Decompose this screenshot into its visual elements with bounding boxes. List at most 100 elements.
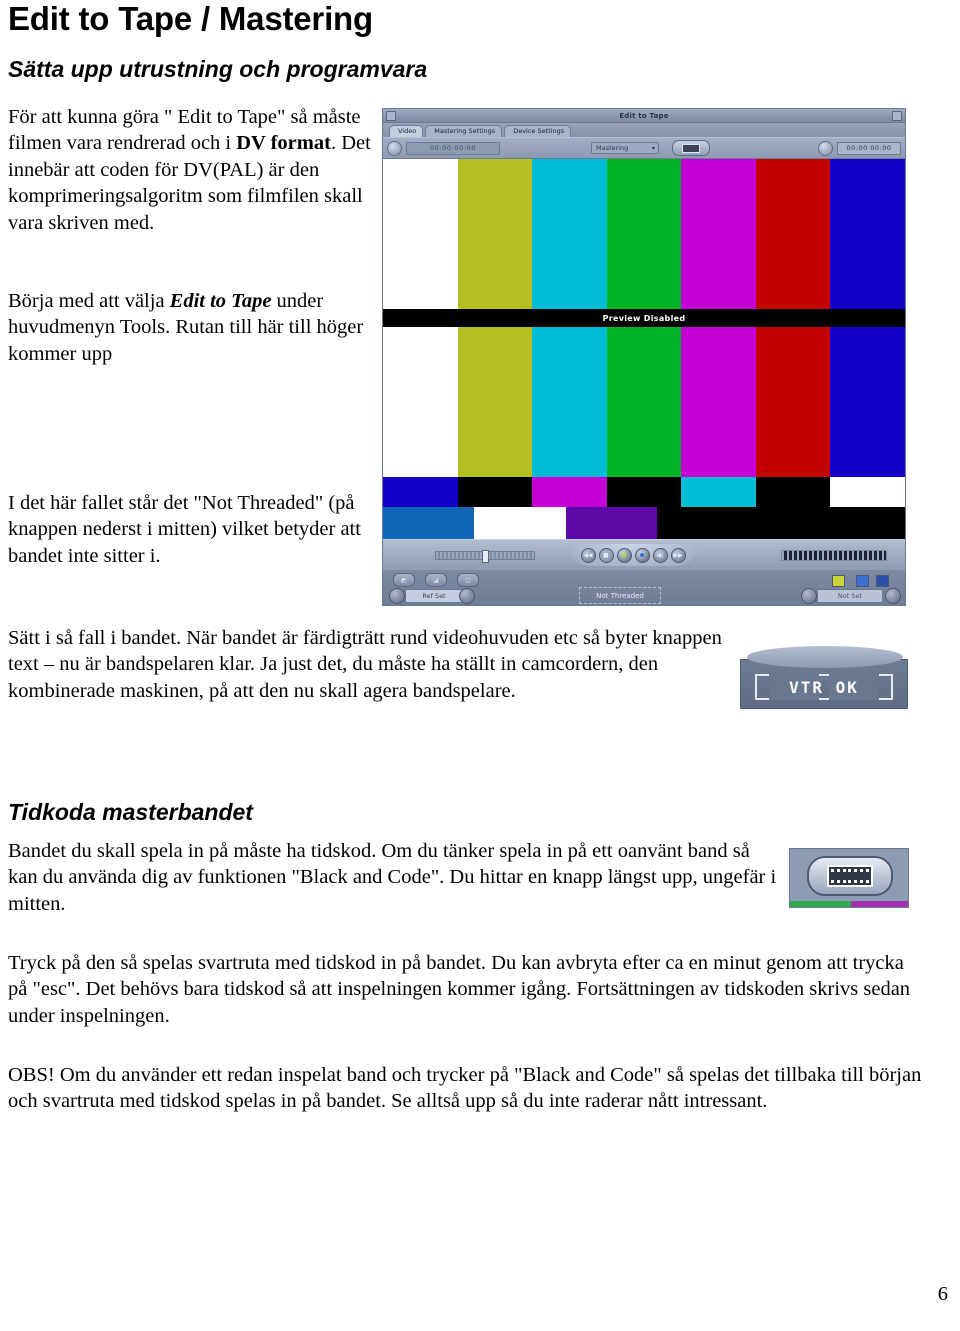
colorbars-row-top	[383, 159, 905, 309]
record-dot-icon	[622, 553, 626, 557]
colorbars-row-reverse	[383, 477, 905, 507]
colorbar-red	[755, 327, 831, 477]
clear-marks-button[interactable]: ◫	[457, 573, 479, 587]
window-maximize-icon[interactable]	[892, 111, 902, 121]
black-and-code-widget	[789, 848, 909, 908]
paragraph-start-edit-to-tape: Börja med att välja Edit to Tape under h…	[8, 290, 364, 365]
film-perforations-top	[831, 869, 869, 872]
colorbar-blue	[830, 159, 905, 309]
tab-video[interactable]: Video	[389, 125, 424, 137]
tab-mastering-settings[interactable]: Mastering Settings	[425, 125, 503, 137]
colorbar-green	[606, 327, 682, 477]
timecode-right-field[interactable]: 00:00 00:00	[837, 141, 901, 155]
not-set-field[interactable]: Not Set	[817, 589, 883, 603]
paragraph-obs-warning: OBS! Om du använder ett redan inspelat b…	[8, 1064, 922, 1113]
eject-button[interactable]	[389, 588, 405, 604]
mastering-mode-value: Mastering	[596, 144, 629, 152]
colorbar-cyan	[532, 159, 607, 309]
transport-button-group: ◀◀ ■ ◀| ▶▶	[568, 544, 698, 566]
video-preview-area: Preview Disabled	[383, 159, 905, 557]
vtr-status-frame[interactable]: VTR OK	[755, 674, 893, 700]
indicator-yellow-icon	[832, 575, 845, 587]
colorbar-yellow	[457, 327, 533, 477]
window-status-bar: ◩ ◪ ◫ Ref Set Not Threaded Not Set	[383, 570, 905, 605]
page-number: 6	[937, 1283, 948, 1305]
colorbar-green	[606, 159, 682, 309]
film-perforations-bottom	[831, 880, 869, 883]
colorbar-blue	[830, 327, 905, 477]
document-page: Edit to Tape / Mastering Sätta upp utrus…	[0, 0, 960, 1331]
colorbar-red	[755, 159, 831, 309]
black-and-code-button[interactable]	[672, 140, 710, 156]
vtr-status-label: VTR OK	[789, 677, 859, 697]
progress-underbar	[790, 901, 908, 907]
transport-control-bar: ◀◀ ■ ◀| ▶▶	[383, 539, 905, 570]
paragraph-timecode-intro: Bandet du skall spela in på måste ha tid…	[8, 840, 777, 915]
audio-meter	[781, 550, 887, 561]
vtr-arc-decoration	[747, 646, 903, 668]
options-button[interactable]	[885, 588, 901, 604]
mastering-mode-select[interactable]: Mastering ▾	[591, 142, 659, 154]
colorbar-white	[383, 159, 458, 309]
window-title-bar: Edit to Tape	[383, 109, 905, 123]
colorbar-magenta	[532, 477, 607, 507]
underbar-magenta-segment	[851, 901, 908, 907]
window-tab-bar: Video Mastering Settings Device Settings	[383, 123, 905, 137]
black-and-code-button[interactable]	[807, 856, 893, 896]
tab-device-settings[interactable]: Device Settings	[504, 125, 572, 137]
colorbar-cyan	[681, 477, 756, 507]
paragraph-dv-format: För att kunna göra " Edit to Tape" så må…	[8, 106, 371, 234]
colorbar-white	[383, 327, 458, 477]
preview-disabled-label: Preview Disabled	[602, 313, 686, 323]
chevron-down-icon: ▾	[651, 144, 655, 152]
stop-button[interactable]: ■	[598, 547, 614, 563]
inline-bold-dv-format: DV format	[236, 132, 331, 155]
vtr-status-widget: VTR OK	[740, 646, 908, 709]
paragraph-black-and-code-usage: Tryck på den så spelas svartruta med tid…	[8, 952, 911, 1027]
indicator-dark-blue-icon	[876, 575, 889, 587]
inline-bolditalic-edit-to-tape: Edit to Tape	[169, 290, 272, 312]
fast-forward-button[interactable]: ▶▶	[670, 547, 686, 563]
window-close-icon[interactable]	[386, 111, 396, 121]
section-heading-tidkoda: Tidkoda masterbandet	[8, 799, 253, 825]
indicator-blue-icon	[856, 575, 869, 587]
toolbar-right-group: 00:00 00:00	[814, 140, 901, 156]
colorbar-cyan	[532, 327, 607, 477]
settings-knob-icon[interactable]	[818, 140, 833, 156]
threaded-status-button[interactable]: Not Threaded	[579, 587, 661, 604]
out-point-button[interactable]: ◪	[425, 573, 447, 587]
scrub-handle[interactable]	[482, 550, 489, 563]
step-back-button[interactable]: ◀|	[652, 547, 668, 563]
page-title: Edit to Tape / Mastering	[8, 0, 373, 37]
scrub-slider[interactable]	[435, 550, 535, 563]
colorbars-row-middle	[383, 327, 905, 477]
underbar-green-segment	[790, 901, 852, 907]
timecode-left-field[interactable]: 00:00:00:00	[406, 141, 500, 155]
record-button[interactable]	[616, 547, 632, 563]
colorbar-black	[457, 477, 533, 507]
section-heading-setup: Sätta upp utrustning och programvara	[8, 56, 428, 82]
colorbar-magenta	[681, 327, 756, 477]
set-ref-button[interactable]	[459, 588, 475, 604]
colorbar-black	[755, 477, 831, 507]
rewind-button[interactable]: ◀◀	[580, 547, 596, 563]
mark-out-button[interactable]	[801, 588, 817, 604]
play-dot-icon	[640, 553, 644, 557]
film-strip-icon	[682, 143, 700, 153]
jog-knob-icon[interactable]	[387, 140, 402, 156]
colorbar-yellow	[457, 159, 533, 309]
film-strip-icon	[827, 865, 873, 887]
window-toolbar: 00:00:00:00 Mastering ▾ 00:00 00:00	[383, 137, 905, 159]
play-button[interactable]	[634, 547, 650, 563]
edit-to-tape-window: Edit to Tape Video Mastering Settings De…	[382, 108, 906, 606]
colorbar-white	[830, 477, 905, 507]
colorbar-blue	[383, 477, 458, 507]
paragraph-insert-tape: Sätt i så fall i bandet. När bandet är f…	[8, 627, 722, 702]
in-point-button[interactable]: ◩	[393, 573, 415, 587]
preview-disabled-banner: Preview Disabled	[383, 309, 905, 327]
paragraph-not-threaded: I det här fallet står det "Not Threaded"…	[8, 492, 361, 567]
window-title: Edit to Tape	[619, 111, 669, 120]
colorbar-magenta	[681, 159, 756, 309]
colorbar-black	[606, 477, 682, 507]
ref-set-field[interactable]: Ref Set	[405, 589, 463, 603]
